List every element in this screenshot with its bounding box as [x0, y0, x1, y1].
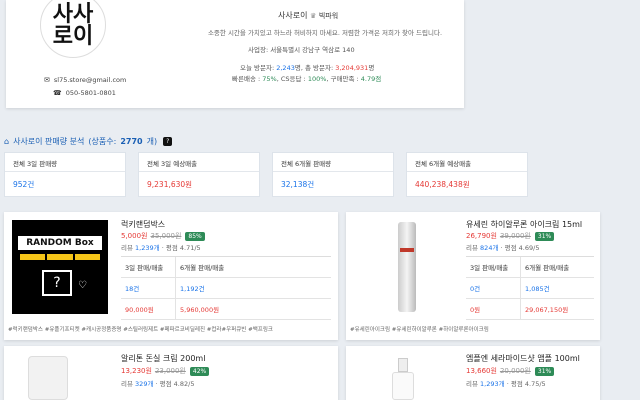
sales-table: 3일 판매/매출 6개월 판매/매출 0건 1,085건 0원 29,067,150원	[466, 256, 594, 320]
product-price: 5,000원 35,000원 85%	[121, 231, 205, 241]
visitor-stats: 오늘 방문자: 2,243명, 총 방문자: 3,204,931명	[240, 64, 375, 72]
product-review: 리뷰 1,293개 · 평점 4.75/5	[466, 380, 546, 388]
product-tags[interactable]: #럭키랜덤박스 #유플기프티켓 #캐시공정품증명 #스틸러링제트 #페파르코비딜…	[8, 326, 334, 334]
product-price: 13,230원 23,000원 42%	[121, 366, 210, 376]
product-image[interactable]	[356, 218, 452, 318]
product-tags[interactable]: #유세린아이크림 #유세린하이알루론 #하이알루론아이크림	[350, 326, 596, 334]
product-review: 리뷰 329개 · 평점 4.82/5	[121, 380, 195, 388]
product-image[interactable]: RANDOM Box ? ♡	[12, 220, 108, 314]
stat-card: 전체 3일 예상매출 9,231,630원	[138, 152, 260, 197]
cream-tube	[28, 356, 68, 400]
stat-card: 전체 6개월 예상매출 440,238,438원	[406, 152, 528, 197]
product-name[interactable]: 엠플엔 세라마이드샷 앰플 100ml	[466, 353, 580, 364]
store-address: 사업장: 서울특별시 강남구 역삼로 140	[248, 46, 355, 54]
discount-badge: 31%	[534, 367, 555, 376]
product-price: 13,660원 20,000원 31%	[466, 366, 555, 376]
store-phone: ☎ 050-5801-0801	[53, 89, 116, 97]
mystery-box-icon: ?	[42, 270, 72, 296]
product-name[interactable]: 알리톤 돈실 크림 200ml	[121, 353, 205, 364]
home-icon: ⌂	[4, 137, 10, 146]
store-logo-text: 사사 로이	[52, 1, 94, 49]
sales-table: 3일 판매/매출 6개월 판매/매출 18건 1,192건 90,000원 5,960…	[121, 256, 331, 320]
phone-icon: ☎	[53, 89, 62, 97]
discount-badge: 31%	[534, 232, 555, 241]
service-stats: 빠른배송 : 75%, CS응답 : 100%, 구매만족 : 4.79점	[232, 75, 382, 83]
eyecream-tube	[398, 222, 416, 312]
crown-icon: ♛	[310, 12, 317, 20]
store-name: 사사로이 ♛ 빅파워	[278, 11, 339, 20]
discount-badge: 85%	[185, 232, 205, 241]
sales-analysis-title: ⌂ 사사로이 판매량 분석 (상품수: 2770 개) ?	[4, 136, 173, 147]
envelope-icon: ✉	[44, 76, 50, 84]
product-price: 26,790원 39,000원 31%	[466, 231, 555, 241]
random-box-label: RANDOM Box	[18, 236, 102, 250]
page-gutter	[604, 0, 640, 400]
product-review: 리뷰 824개 · 평점 4.69/5	[466, 244, 540, 252]
product-image[interactable]	[14, 352, 104, 400]
help-badge[interactable]: ?	[163, 137, 173, 146]
store-email: ✉ sl75.store@gmail.com	[44, 76, 127, 84]
product-name[interactable]: 럭키랜덤박스	[121, 219, 165, 230]
product-image[interactable]	[360, 352, 450, 400]
heart-icon: ♡	[78, 280, 87, 291]
stat-card: 전체 3일 판매량 952건	[4, 152, 126, 197]
discount-badge: 42%	[189, 367, 210, 376]
product-name[interactable]: 유세린 하이알루론 아이크림 15ml	[466, 219, 582, 230]
store-description: 소중한 시간을 가치있고 하느라 허비하지 마세요. 저렴한 가격은 저희가 찾…	[207, 29, 443, 37]
product-review: 리뷰 1,239개 · 평점 4.71/5	[121, 244, 201, 252]
stat-card: 전체 6개월 판매량 32,138건	[272, 152, 394, 197]
ampoule-bottle	[392, 372, 414, 400]
